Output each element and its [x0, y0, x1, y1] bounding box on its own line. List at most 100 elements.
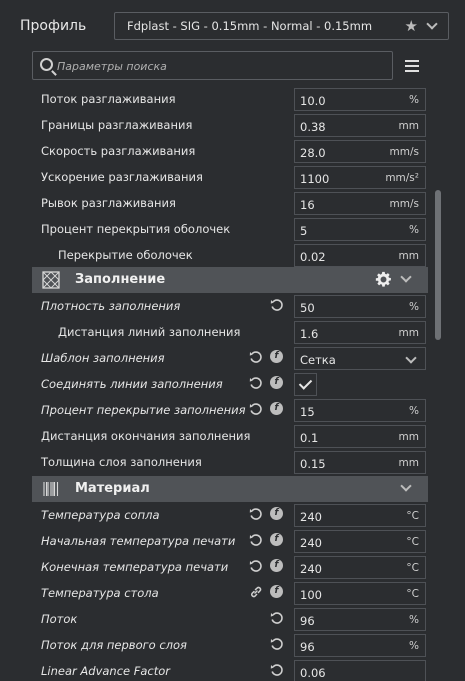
profile-label: Профиль	[20, 18, 87, 34]
value-field[interactable]: 240 °C	[294, 530, 426, 553]
field-value: 0.06	[300, 666, 326, 680]
field-value: 15	[300, 405, 315, 419]
setting-label: Рывок разглаживания	[41, 196, 176, 210]
setting-label: Перекрытие оболочек	[58, 248, 193, 262]
search-placeholder: Параметры поиска	[57, 60, 167, 73]
setting-label: Процент перекрытия оболочек	[41, 222, 231, 236]
field-unit: °C	[406, 588, 419, 600]
reset-icon[interactable]	[270, 298, 284, 312]
field-value: 5	[300, 224, 308, 238]
setting-label: Плотность заполнения	[41, 299, 181, 313]
setting-row: Границы разглаживания 0.38 mm	[32, 112, 428, 138]
search-input[interactable]: Параметры поиска	[32, 51, 393, 80]
star-icon[interactable]: ★	[405, 17, 418, 35]
section-title: Заполнение	[75, 272, 166, 287]
section-material[interactable]: Материал	[32, 476, 428, 502]
field-unit: mm/s	[389, 146, 419, 158]
scrollbar[interactable]	[435, 190, 441, 340]
profile-dropdown[interactable]: Fdplast - SIG - 0.15mm - Normal - 0.15mm…	[114, 12, 449, 40]
field-value: 28.0	[300, 146, 326, 160]
field-unit: %	[409, 301, 419, 313]
setting-label: Поток разглаживания	[41, 92, 176, 106]
menu-icon[interactable]	[405, 60, 419, 72]
field-unit: mm/s	[389, 198, 419, 210]
setting-row: Linear Advance Factor 0.06	[32, 658, 428, 681]
connect-checkbox[interactable]	[294, 373, 317, 396]
setting-label: Границы разглаживания	[41, 118, 193, 132]
reset-icon[interactable]	[249, 507, 263, 521]
link-icon[interactable]	[249, 585, 263, 599]
setting-row: Ускорение разглаживания 1100 mm/s²	[32, 164, 428, 190]
setting-label: Поток для первого слоя	[41, 638, 187, 652]
field-unit: %	[409, 640, 419, 652]
function-icon[interactable]: f	[270, 402, 283, 415]
value-field[interactable]: 240 °C	[294, 556, 426, 579]
reset-icon[interactable]	[249, 402, 263, 416]
value-field[interactable]: 0.1 mm	[294, 425, 426, 448]
field-unit: mm	[398, 327, 419, 339]
setting-label: Ускорение разглаживания	[41, 170, 203, 184]
setting-label: Температура стола	[41, 586, 159, 600]
function-icon[interactable]: f	[270, 350, 283, 363]
value-field[interactable]: 100 °C	[294, 582, 426, 605]
setting-row: Процент перекрытия оболочек 5%	[32, 216, 428, 242]
reset-icon[interactable]	[249, 533, 263, 547]
setting-label: Процент перекрытие заполнения	[41, 403, 246, 417]
value-field[interactable]: 0.02 mm	[294, 244, 426, 267]
function-icon[interactable]: f	[270, 533, 283, 546]
setting-row: Толщина слоя заполнения 0.15 mm	[32, 449, 428, 475]
reset-icon[interactable]	[249, 350, 263, 364]
value-field[interactable]: 16 mm/s	[294, 192, 426, 215]
value-field[interactable]: 96%	[294, 634, 426, 657]
field-value: 0.02	[300, 250, 326, 264]
setting-label: Соединять линии заполнения	[41, 377, 223, 391]
reset-icon[interactable]	[249, 376, 263, 390]
setting-row: Температура сопла f 240 °C	[32, 502, 428, 528]
setting-label: Скорость разглаживания	[41, 144, 196, 158]
function-icon[interactable]: f	[270, 559, 283, 572]
value-field[interactable]: 10.0%	[294, 88, 426, 111]
function-icon[interactable]: f	[270, 376, 283, 389]
value-field[interactable]: 240 °C	[294, 504, 426, 527]
function-icon[interactable]: f	[270, 507, 283, 520]
top-bar: Профиль Fdplast - SIG - 0.15mm - Normal …	[0, 0, 465, 90]
setting-label: Поток	[41, 612, 78, 626]
value-field[interactable]: 1.6 mm	[294, 321, 426, 344]
value-field[interactable]: 0.15 mm	[294, 451, 426, 474]
setting-row: Температура стола f 100 °C	[32, 580, 428, 606]
value-field[interactable]: 5%	[294, 218, 426, 241]
field-value: 0.38	[300, 120, 326, 134]
chevron-down-icon	[400, 271, 412, 283]
chevron-down-icon	[426, 18, 438, 30]
function-icon[interactable]: f	[270, 585, 283, 598]
value-field[interactable]: 50%	[294, 295, 426, 318]
setting-row: Начальная температура печати f 240 °C	[32, 528, 428, 554]
value-field[interactable]: 15%	[294, 399, 426, 422]
section-infill[interactable]: Заполнение	[32, 267, 428, 293]
field-value: 96	[300, 640, 315, 654]
setting-label: Температура сопла	[41, 508, 160, 522]
settings-list: Поток разглаживания 10.0% Границы разгла…	[32, 86, 428, 681]
setting-row: Плотность заполнения 50%	[32, 293, 428, 319]
field-value: 50	[300, 301, 315, 315]
reset-icon[interactable]	[249, 559, 263, 573]
reset-icon[interactable]	[270, 663, 284, 677]
field-value: 0.1	[300, 431, 319, 445]
gear-icon[interactable]	[375, 271, 392, 288]
value-field[interactable]: 0.38 mm	[294, 114, 426, 137]
setting-row: Скорость разглаживания 28.0 mm/s	[32, 138, 428, 164]
setting-label: Дистанция линий заполнения	[58, 325, 241, 339]
reset-icon[interactable]	[270, 637, 284, 651]
setting-label: Linear Advance Factor	[41, 664, 171, 678]
value-field[interactable]: 96%	[294, 608, 426, 631]
reset-icon[interactable]	[270, 611, 284, 625]
value-field[interactable]: 0.06	[294, 660, 426, 681]
field-value: 1.6	[300, 327, 319, 341]
field-unit: %	[409, 405, 419, 417]
setting-row: Соединять линии заполнения f	[32, 371, 428, 397]
pattern-dropdown[interactable]: Сетка	[294, 347, 426, 370]
value-field[interactable]: 28.0 mm/s	[294, 140, 426, 163]
value-field[interactable]: 1100 mm/s²	[294, 166, 426, 189]
section-title: Материал	[75, 481, 150, 496]
field-value: 10.0	[300, 94, 326, 108]
